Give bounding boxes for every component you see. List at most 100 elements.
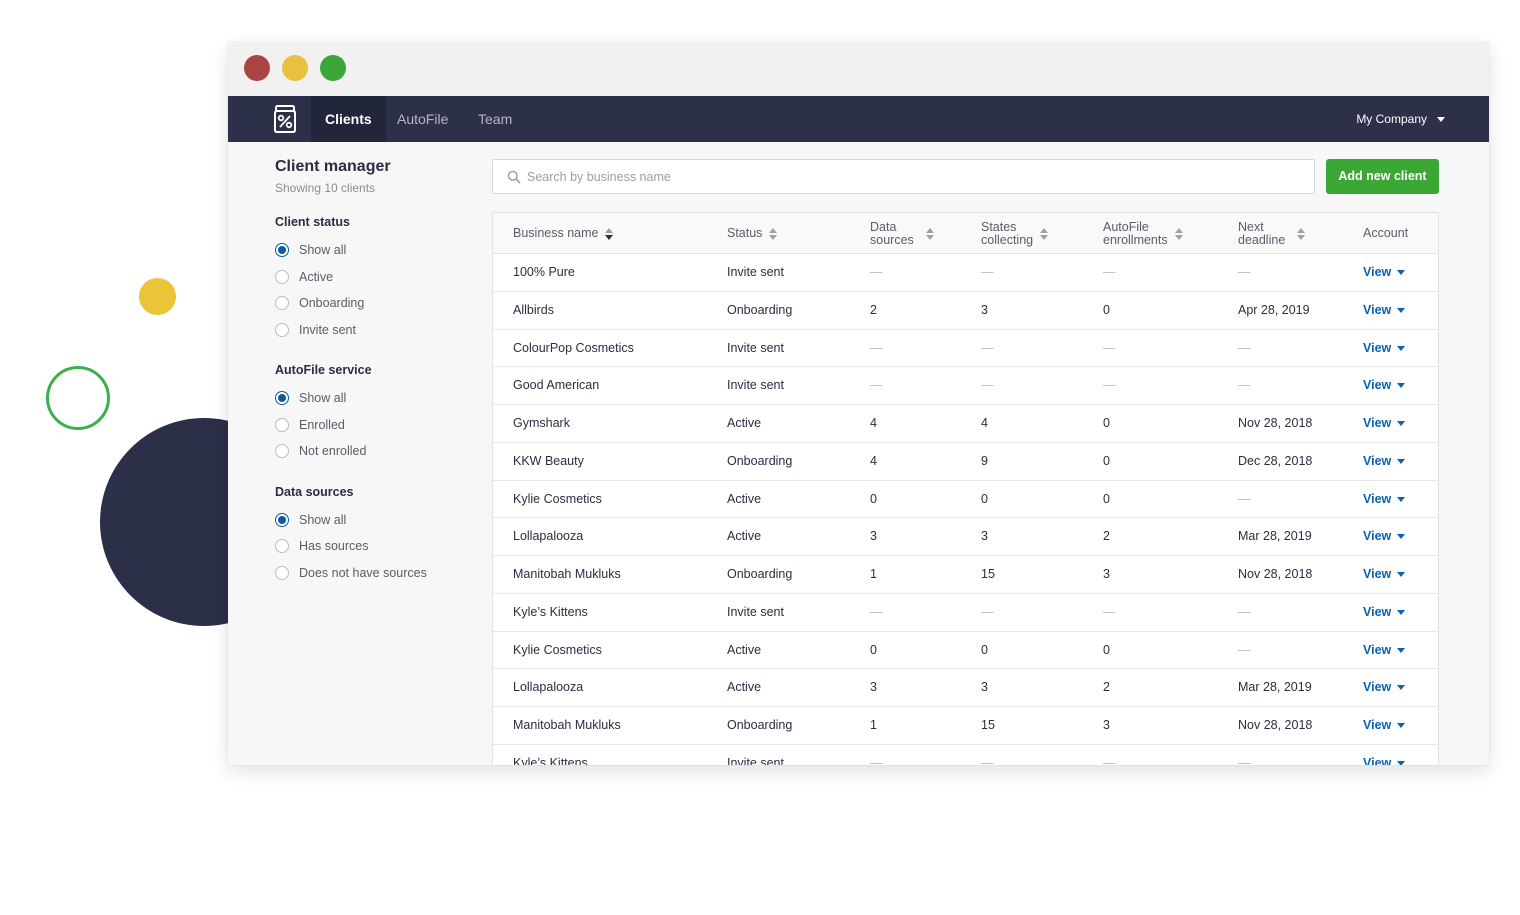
jar-percent-logo-icon[interactable] (272, 105, 298, 133)
table-row: Kylie Cosmetics Active 0 0 0 — View (493, 481, 1438, 519)
view-account-dropdown[interactable]: View (1363, 330, 1406, 367)
view-account-dropdown[interactable]: View (1363, 707, 1406, 744)
cell-data-sources: 3 (870, 680, 877, 695)
radio-button[interactable] (275, 391, 289, 406)
add-new-client-button[interactable]: Add new client (1326, 159, 1439, 194)
filter-option-label: Show all (299, 391, 347, 406)
table-body: 100% Pure Invite sent — — — — View Allbirds Onbo… (493, 254, 1438, 765)
column-header-data-sources[interactable]: Data sources (870, 213, 934, 254)
view-account-dropdown[interactable]: View (1363, 518, 1406, 555)
cell-data-sources: — (870, 265, 883, 279)
view-account-dropdown[interactable]: View (1363, 745, 1406, 765)
maximize-window-button[interactable] (320, 55, 346, 81)
filter-group: AutoFile service Show all Enrolled Not enro… (275, 363, 475, 465)
column-header-next-deadline[interactable]: Next deadline (1238, 213, 1306, 254)
radio-button[interactable] (275, 565, 289, 580)
view-label: View (1363, 378, 1392, 393)
cell-next-deadline: — (1238, 378, 1251, 393)
filter-option[interactable]: Show all (275, 507, 475, 534)
filter-option[interactable]: Show all (275, 237, 475, 264)
radio-button[interactable] (275, 417, 289, 432)
filter-option[interactable]: Has sources (275, 533, 475, 560)
sort-icon (605, 227, 614, 240)
filter-option[interactable]: Enrolled (275, 412, 475, 439)
cell-autofile-enrollments: 2 (1103, 680, 1110, 695)
column-header-business-name[interactable]: Business name (513, 213, 614, 254)
cell-autofile-enrollments: 3 (1103, 567, 1110, 581)
view-account-dropdown[interactable]: View (1363, 481, 1406, 518)
column-header-account: Account (1363, 226, 1409, 240)
radio-button[interactable] (275, 322, 289, 337)
column-header-autofile-enrollments[interactable]: AutoFile enrollments (1103, 213, 1183, 254)
chevron-down-icon (1397, 383, 1406, 389)
radio-button[interactable] (275, 243, 289, 258)
cell-status: Active (727, 642, 762, 657)
cell-states-collecting: — (981, 604, 994, 619)
company-name: My Company (1356, 112, 1427, 126)
cell-business-name: Kyle’s Kittens (513, 755, 588, 765)
minimize-window-button[interactable] (282, 55, 308, 81)
filter-option[interactable]: Active (275, 264, 475, 291)
nav-tab-team[interactable]: Team (464, 96, 526, 142)
chevron-down-icon (1397, 685, 1406, 691)
filter-option[interactable]: Show all (275, 385, 475, 412)
company-switcher[interactable]: My Company (1356, 96, 1445, 142)
filter-option[interactable]: Invite sent (275, 317, 475, 344)
cell-autofile-enrollments: 0 (1103, 491, 1110, 506)
chevron-down-icon (1397, 534, 1406, 540)
nav-tab-autofile[interactable]: AutoFile (383, 96, 462, 142)
filter-group-title: AutoFile service (275, 363, 372, 377)
nav-tab-clients[interactable]: Clients (311, 96, 386, 142)
radio-button[interactable] (275, 269, 289, 284)
view-account-dropdown[interactable]: View (1363, 367, 1406, 404)
cell-status: Onboarding (727, 567, 793, 581)
cell-next-deadline: — (1238, 755, 1251, 765)
cell-status: Active (727, 680, 762, 695)
sort-icon (769, 227, 778, 240)
cell-business-name: Lollapalooza (513, 529, 584, 544)
filter-group-title: Client status (275, 215, 351, 229)
table-row: Good American Invite sent — — — — View (493, 367, 1438, 405)
search-icon (507, 170, 521, 184)
search-input[interactable] (527, 160, 1297, 193)
view-account-dropdown[interactable]: View (1363, 292, 1406, 329)
cell-next-deadline: Dec 28, 2018 (1238, 453, 1313, 468)
client-count: Showing 10 clients (275, 181, 376, 195)
cell-status: Active (727, 491, 762, 506)
cell-autofile-enrollments: 3 (1103, 718, 1110, 732)
cell-states-collecting: 9 (981, 453, 988, 468)
view-account-dropdown[interactable]: View (1363, 669, 1406, 706)
cell-data-sources: — (870, 755, 883, 765)
view-account-dropdown[interactable]: View (1363, 443, 1406, 480)
column-header-status[interactable]: Status (727, 213, 778, 254)
filter-group-title: Data sources (275, 484, 354, 499)
sort-icon (1174, 227, 1183, 240)
cell-data-sources: — (870, 340, 883, 355)
sort-icon (1297, 227, 1306, 240)
filter-option[interactable]: Does not have sources (275, 560, 475, 587)
view-account-dropdown[interactable]: View (1363, 632, 1406, 669)
view-account-dropdown[interactable]: View (1363, 405, 1406, 442)
cell-status: Invite sent (727, 378, 784, 393)
cell-next-deadline: — (1238, 340, 1251, 355)
radio-button[interactable] (275, 444, 289, 459)
filter-option[interactable]: Onboarding (275, 290, 475, 317)
radio-button[interactable] (275, 539, 289, 554)
radio-button[interactable] (275, 296, 289, 311)
cell-business-name: Kylie Cosmetics (513, 491, 602, 506)
radio-button[interactable] (275, 512, 289, 527)
search-box[interactable] (492, 159, 1315, 194)
filter-option[interactable]: Not enrolled (275, 438, 475, 465)
cell-status: Invite sent (727, 265, 784, 279)
view-account-dropdown[interactable]: View (1363, 556, 1406, 593)
column-header-states-collecting[interactable]: States collecting (981, 213, 1049, 254)
filter-option-label: Show all (299, 512, 347, 527)
cell-business-name: Kylie Cosmetics (513, 642, 602, 657)
view-label: View (1363, 340, 1392, 355)
cell-business-name: KKW Beauty (513, 453, 584, 468)
cell-status: Invite sent (727, 340, 784, 355)
view-account-dropdown[interactable]: View (1363, 594, 1406, 631)
view-account-dropdown[interactable]: View (1363, 254, 1406, 291)
close-window-button[interactable] (244, 55, 270, 81)
cell-business-name: Lollapalooza (513, 680, 584, 695)
